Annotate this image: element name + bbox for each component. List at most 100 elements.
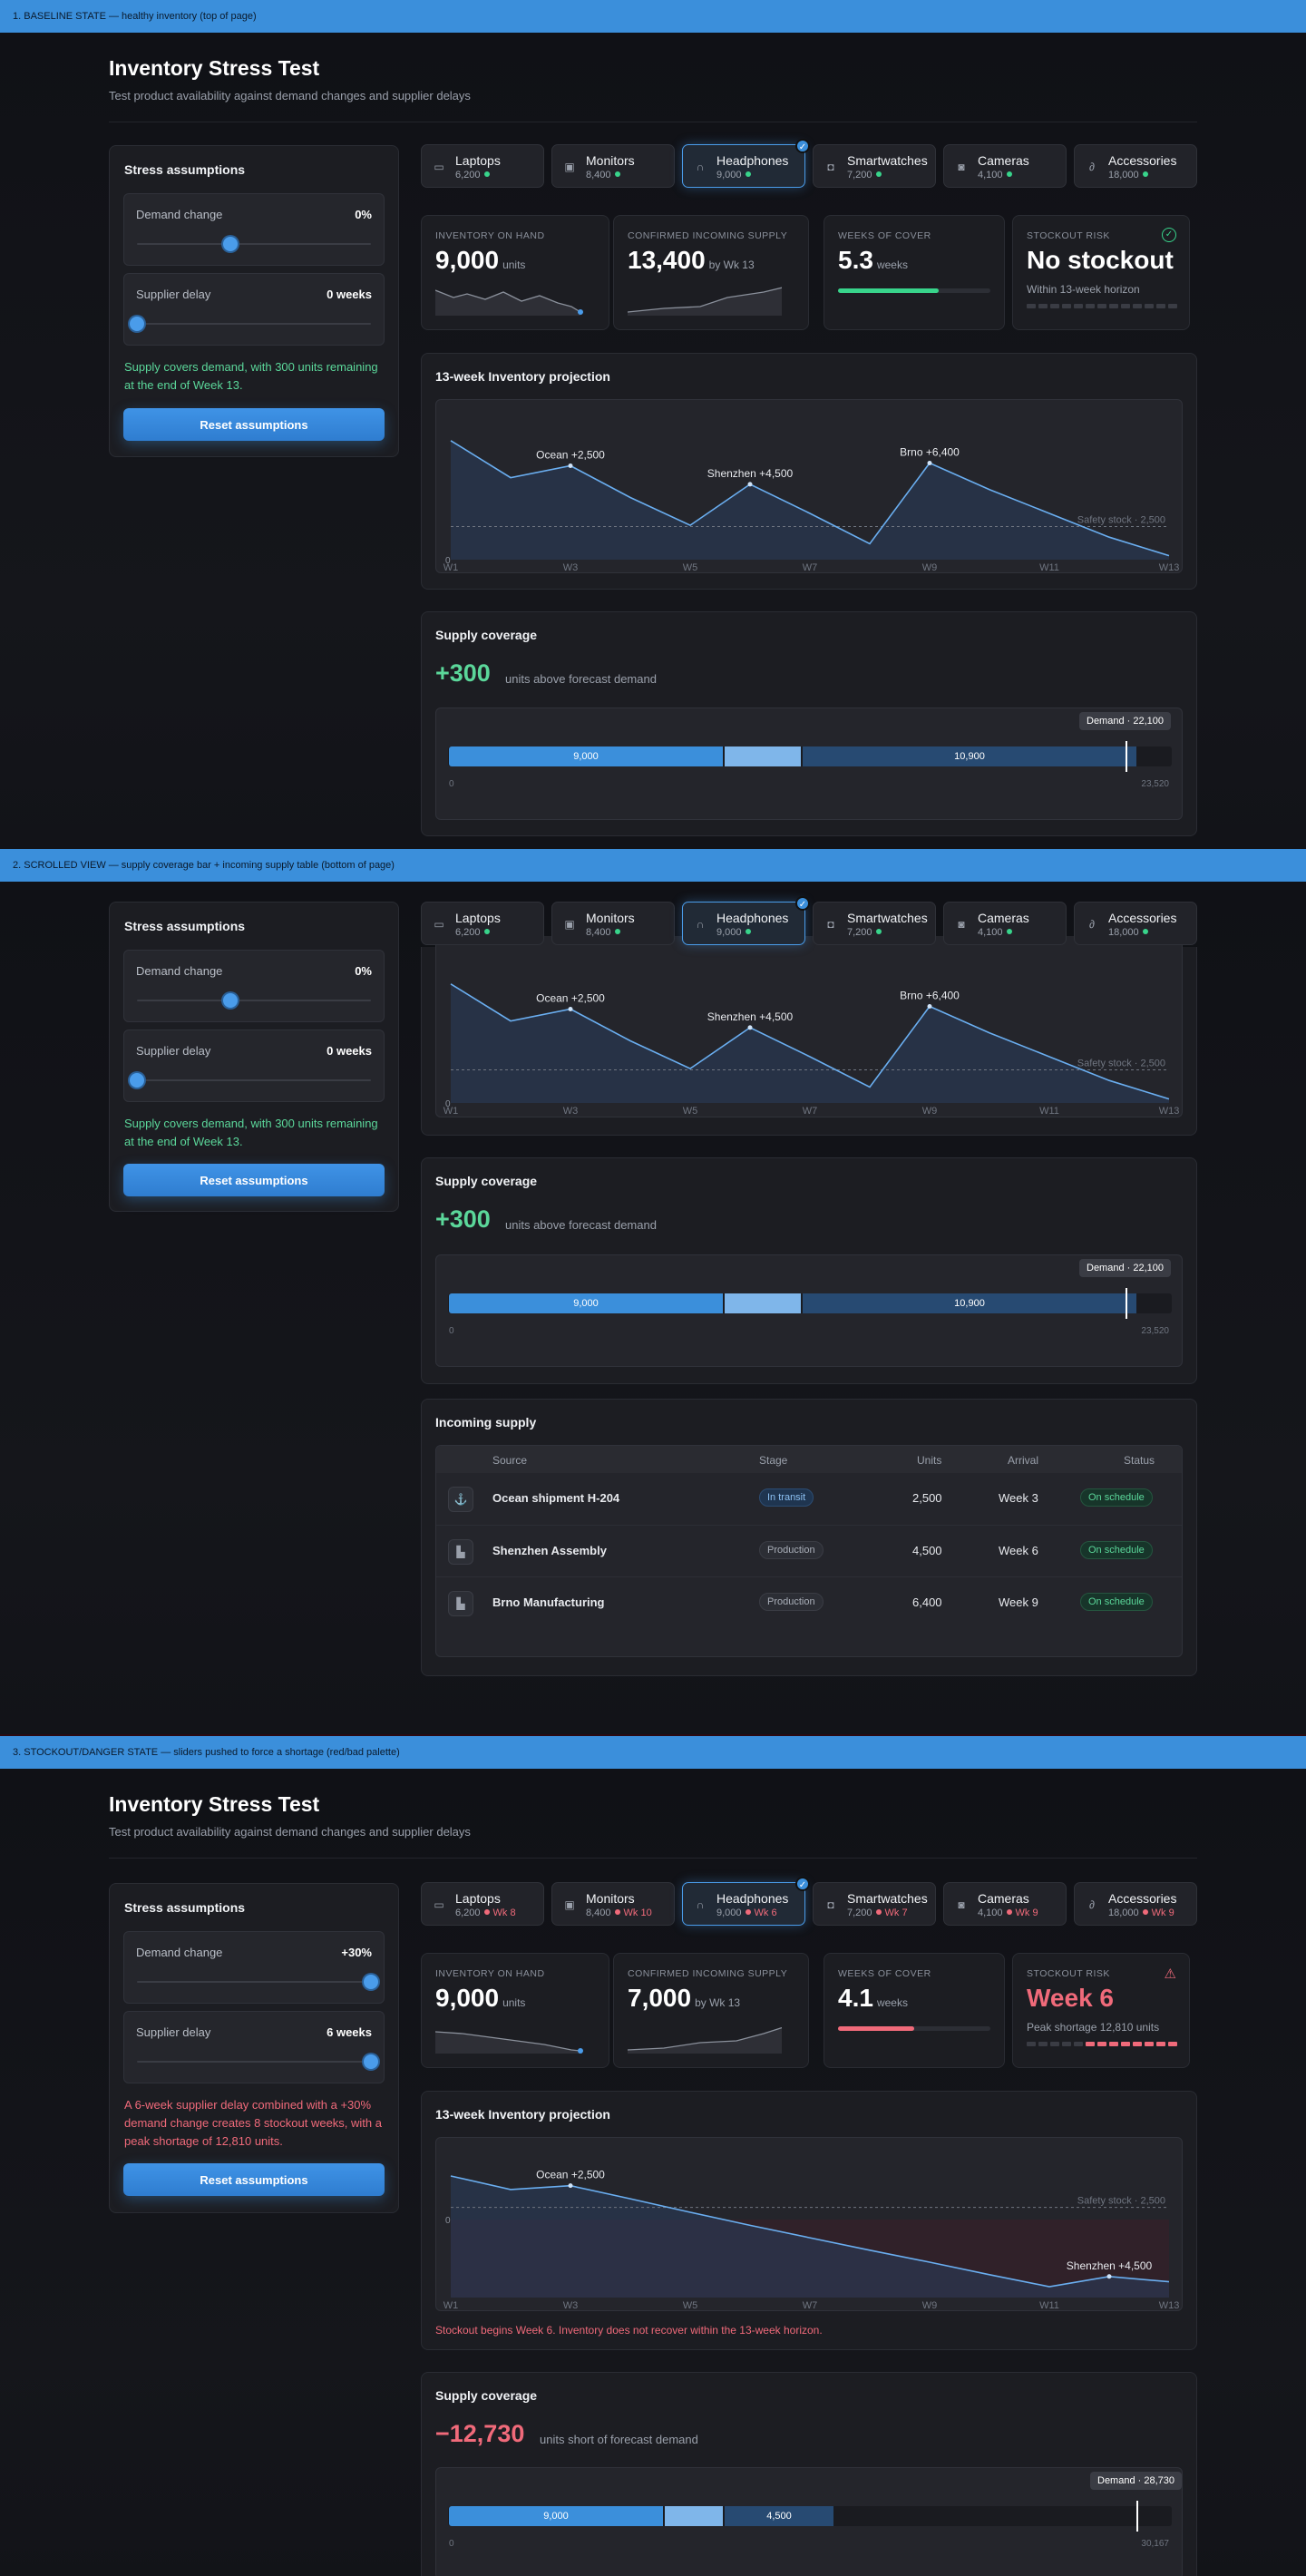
product-tab-laptops[interactable]: ▭ Laptops 6,200 xyxy=(421,144,544,188)
product-count: 4,100 Wk 9 xyxy=(978,1908,1038,1918)
kpi-incoming: CONFIRMED INCOMING SUPPLY 13,400 by Wk 13 xyxy=(613,215,809,330)
coverage-on-hand: 9,000 xyxy=(449,1293,723,1313)
danger-state: Inventory Stress Test Test product avail… xyxy=(0,1769,1306,2576)
table-row[interactable]: ▙ Shenzhen Assembly Production 4,500 Wee… xyxy=(436,1525,1182,1576)
on-hand-sparkline-endpoint xyxy=(578,2048,583,2054)
week-tick xyxy=(1050,304,1059,308)
demand-slider-thumb[interactable] xyxy=(223,237,239,251)
kpi-row: INVENTORY ON HAND 9,000 units CONFIRMED INC… xyxy=(421,1953,1197,2068)
product-tab-accessories[interactable]: ∂ Accessories 18,000 xyxy=(1074,144,1197,188)
week-tick xyxy=(1168,304,1177,308)
product-tabs: ▭ Laptops 6,200 Wk 8 ▣ Monitors 8,400 Wk 10 ∩ Hea… xyxy=(421,1877,1197,1927)
table-row[interactable]: ⚓ Ocean shipment H-204 In transit 2,500 … xyxy=(436,1473,1182,1525)
product-name: Smartwatches xyxy=(847,1891,928,1906)
status-dot xyxy=(614,171,620,177)
status-message: A 6-week supplier delay combined with a … xyxy=(124,2098,382,2148)
product-name: Headphones xyxy=(716,1891,789,1906)
reset-button[interactable]: Reset assumptions xyxy=(123,2163,385,2196)
delay-slider-thumb[interactable] xyxy=(130,317,144,331)
incoming-unit: by Wk 13 xyxy=(695,1996,741,2009)
assumptions-panel: Stress assumptions Demand change 0% Supp… xyxy=(109,902,399,1212)
status-badge: On schedule xyxy=(1080,1541,1153,1559)
product-tab-smartwatches[interactable]: ◘ Smartwatches 7,200 xyxy=(813,902,936,945)
monitor-icon: ▣ xyxy=(564,918,575,931)
delay-slider-card: Supplier delay 0 weeks xyxy=(123,1029,385,1102)
supply-annotation: Shenzhen +4,500 xyxy=(707,1010,794,1023)
week-tick-label: W5 xyxy=(683,562,698,573)
delay-slider-thumb[interactable] xyxy=(130,1073,144,1088)
supply-arrival-point xyxy=(747,1025,753,1030)
product-tab-headphones[interactable]: ∩ Headphones 9,000 Wk 6 ✓ xyxy=(682,1877,810,1926)
product-tab-cameras[interactable]: ◙ Cameras 4,100 Wk 9 xyxy=(943,1882,1067,1926)
week-tick xyxy=(1145,2042,1154,2046)
laptop-icon: ▭ xyxy=(434,918,444,931)
on-hand-number: 9,000 xyxy=(435,1984,500,2012)
demand-slider[interactable] xyxy=(137,1975,378,1989)
projection-chart-area: Safety stock · 2,500 0 W1 W3 W5 W7 W9 W11 W13 Oce… xyxy=(435,2137,1183,2311)
product-count: 6,200 xyxy=(455,927,493,938)
status-dot xyxy=(1142,171,1148,177)
delay-slider[interactable] xyxy=(130,1073,371,1088)
product-count: 18,000 xyxy=(1108,927,1152,938)
week-tick xyxy=(1074,2042,1083,2046)
product-tab-laptops[interactable]: ▭ Laptops 6,200 xyxy=(421,902,544,945)
table-row[interactable]: ▙ Brno Manufacturing Production 6,400 We… xyxy=(436,1576,1182,1628)
supply-annotation: Ocean +2,500 xyxy=(536,2169,605,2181)
camera-icon: ◙ xyxy=(958,1898,965,1911)
product-tab-accessories[interactable]: ∂ Accessories 18,000 xyxy=(1074,902,1197,945)
product-tab-headphones[interactable]: ∩ Headphones 9,000 ✓ xyxy=(682,139,810,188)
demand-slider[interactable] xyxy=(137,993,371,1008)
product-tab-monitors[interactable]: ▣ Monitors 8,400 Wk 10 xyxy=(551,1882,675,1926)
row-source: Ocean shipment H-204 xyxy=(492,1491,620,1505)
stockout-week: Wk 9 xyxy=(1151,1908,1174,1918)
coverage-card: Supply coverage −12,730 units short of f… xyxy=(421,2372,1197,2576)
reset-button[interactable]: Reset assumptions xyxy=(123,408,385,441)
product-tab-monitors[interactable]: ▣ Monitors 8,400 xyxy=(551,902,675,945)
status-dot xyxy=(483,171,490,177)
coverage-bar-area: Demand · 22,100 9,000 10,900 0 23,520 xyxy=(435,707,1183,820)
incoming-number: 13,400 xyxy=(628,246,706,274)
week-ticks xyxy=(1027,304,1177,308)
week-tick-label: W5 xyxy=(683,1106,698,1117)
product-tabs: ▭ Laptops 6,200 ▣ Monitors 8,400 ∩ Headphones 9,… xyxy=(421,139,1197,190)
product-tab-cameras[interactable]: ◙ Cameras 4,100 xyxy=(943,144,1067,188)
demand-slider[interactable] xyxy=(137,237,371,251)
kpi-label: CONFIRMED INCOMING SUPPLY xyxy=(628,1968,788,1979)
status-dot xyxy=(875,171,882,177)
coverage-axis-min: 0 xyxy=(449,779,454,789)
demand-slider-thumb[interactable] xyxy=(223,993,239,1008)
reset-button[interactable]: Reset assumptions xyxy=(123,1164,385,1196)
on-hand-sparkline xyxy=(435,289,583,316)
product-tab-laptops[interactable]: ▭ Laptops 6,200 Wk 8 xyxy=(421,1882,544,1926)
delay-slider[interactable] xyxy=(130,317,371,331)
product-name: Monitors xyxy=(586,153,635,168)
product-name: Accessories xyxy=(1108,153,1177,168)
kpi-value: 7,000 by Wk 13 xyxy=(628,1984,740,2013)
delay-slider-thumb[interactable] xyxy=(364,2054,378,2069)
headphones-icon: ∩ xyxy=(696,161,705,173)
check-icon: ✓ xyxy=(795,896,810,911)
product-count: 9,000 Wk 6 xyxy=(716,1908,777,1918)
product-name: Cameras xyxy=(978,1891,1029,1906)
demand-slider-thumb[interactable] xyxy=(364,1975,378,1989)
product-name: Laptops xyxy=(455,1891,501,1906)
product-tab-smartwatches[interactable]: ◘ Smartwatches 7,200 Wk 7 xyxy=(813,1882,936,1926)
product-tab-headphones[interactable]: ∩ Headphones 9,000 ✓ xyxy=(682,896,810,945)
supply-arrival-point xyxy=(1106,2274,1112,2279)
projection-chart: Safety stock · 2,500 0 W1 W3 W5 W7 W9 W11 W13 Oce… xyxy=(443,2169,1180,2311)
demand-slider-card: Demand change +30% xyxy=(123,1931,385,2004)
supply-arrival-point xyxy=(568,2183,573,2189)
incoming-number: 7,000 xyxy=(628,1984,692,2012)
product-tab-cameras[interactable]: ◙ Cameras 4,100 xyxy=(943,902,1067,945)
product-tab-smartwatches[interactable]: ◘ Smartwatches 7,200 xyxy=(813,144,936,188)
week-tick xyxy=(1097,304,1106,308)
kpi-label: INVENTORY ON HAND xyxy=(435,230,545,241)
product-count: 6,200 xyxy=(455,170,493,181)
product-tab-accessories[interactable]: ∂ Accessories 18,000 Wk 9 xyxy=(1074,1882,1197,1926)
week-tick-label: W7 xyxy=(803,562,818,573)
product-tab-monitors[interactable]: ▣ Monitors 8,400 xyxy=(551,144,675,188)
delay-slider[interactable] xyxy=(137,2054,378,2069)
week-tick-label: W11 xyxy=(1039,2300,1059,2311)
product-name: Laptops xyxy=(455,153,501,168)
product-units: 4,100 xyxy=(978,927,1003,938)
